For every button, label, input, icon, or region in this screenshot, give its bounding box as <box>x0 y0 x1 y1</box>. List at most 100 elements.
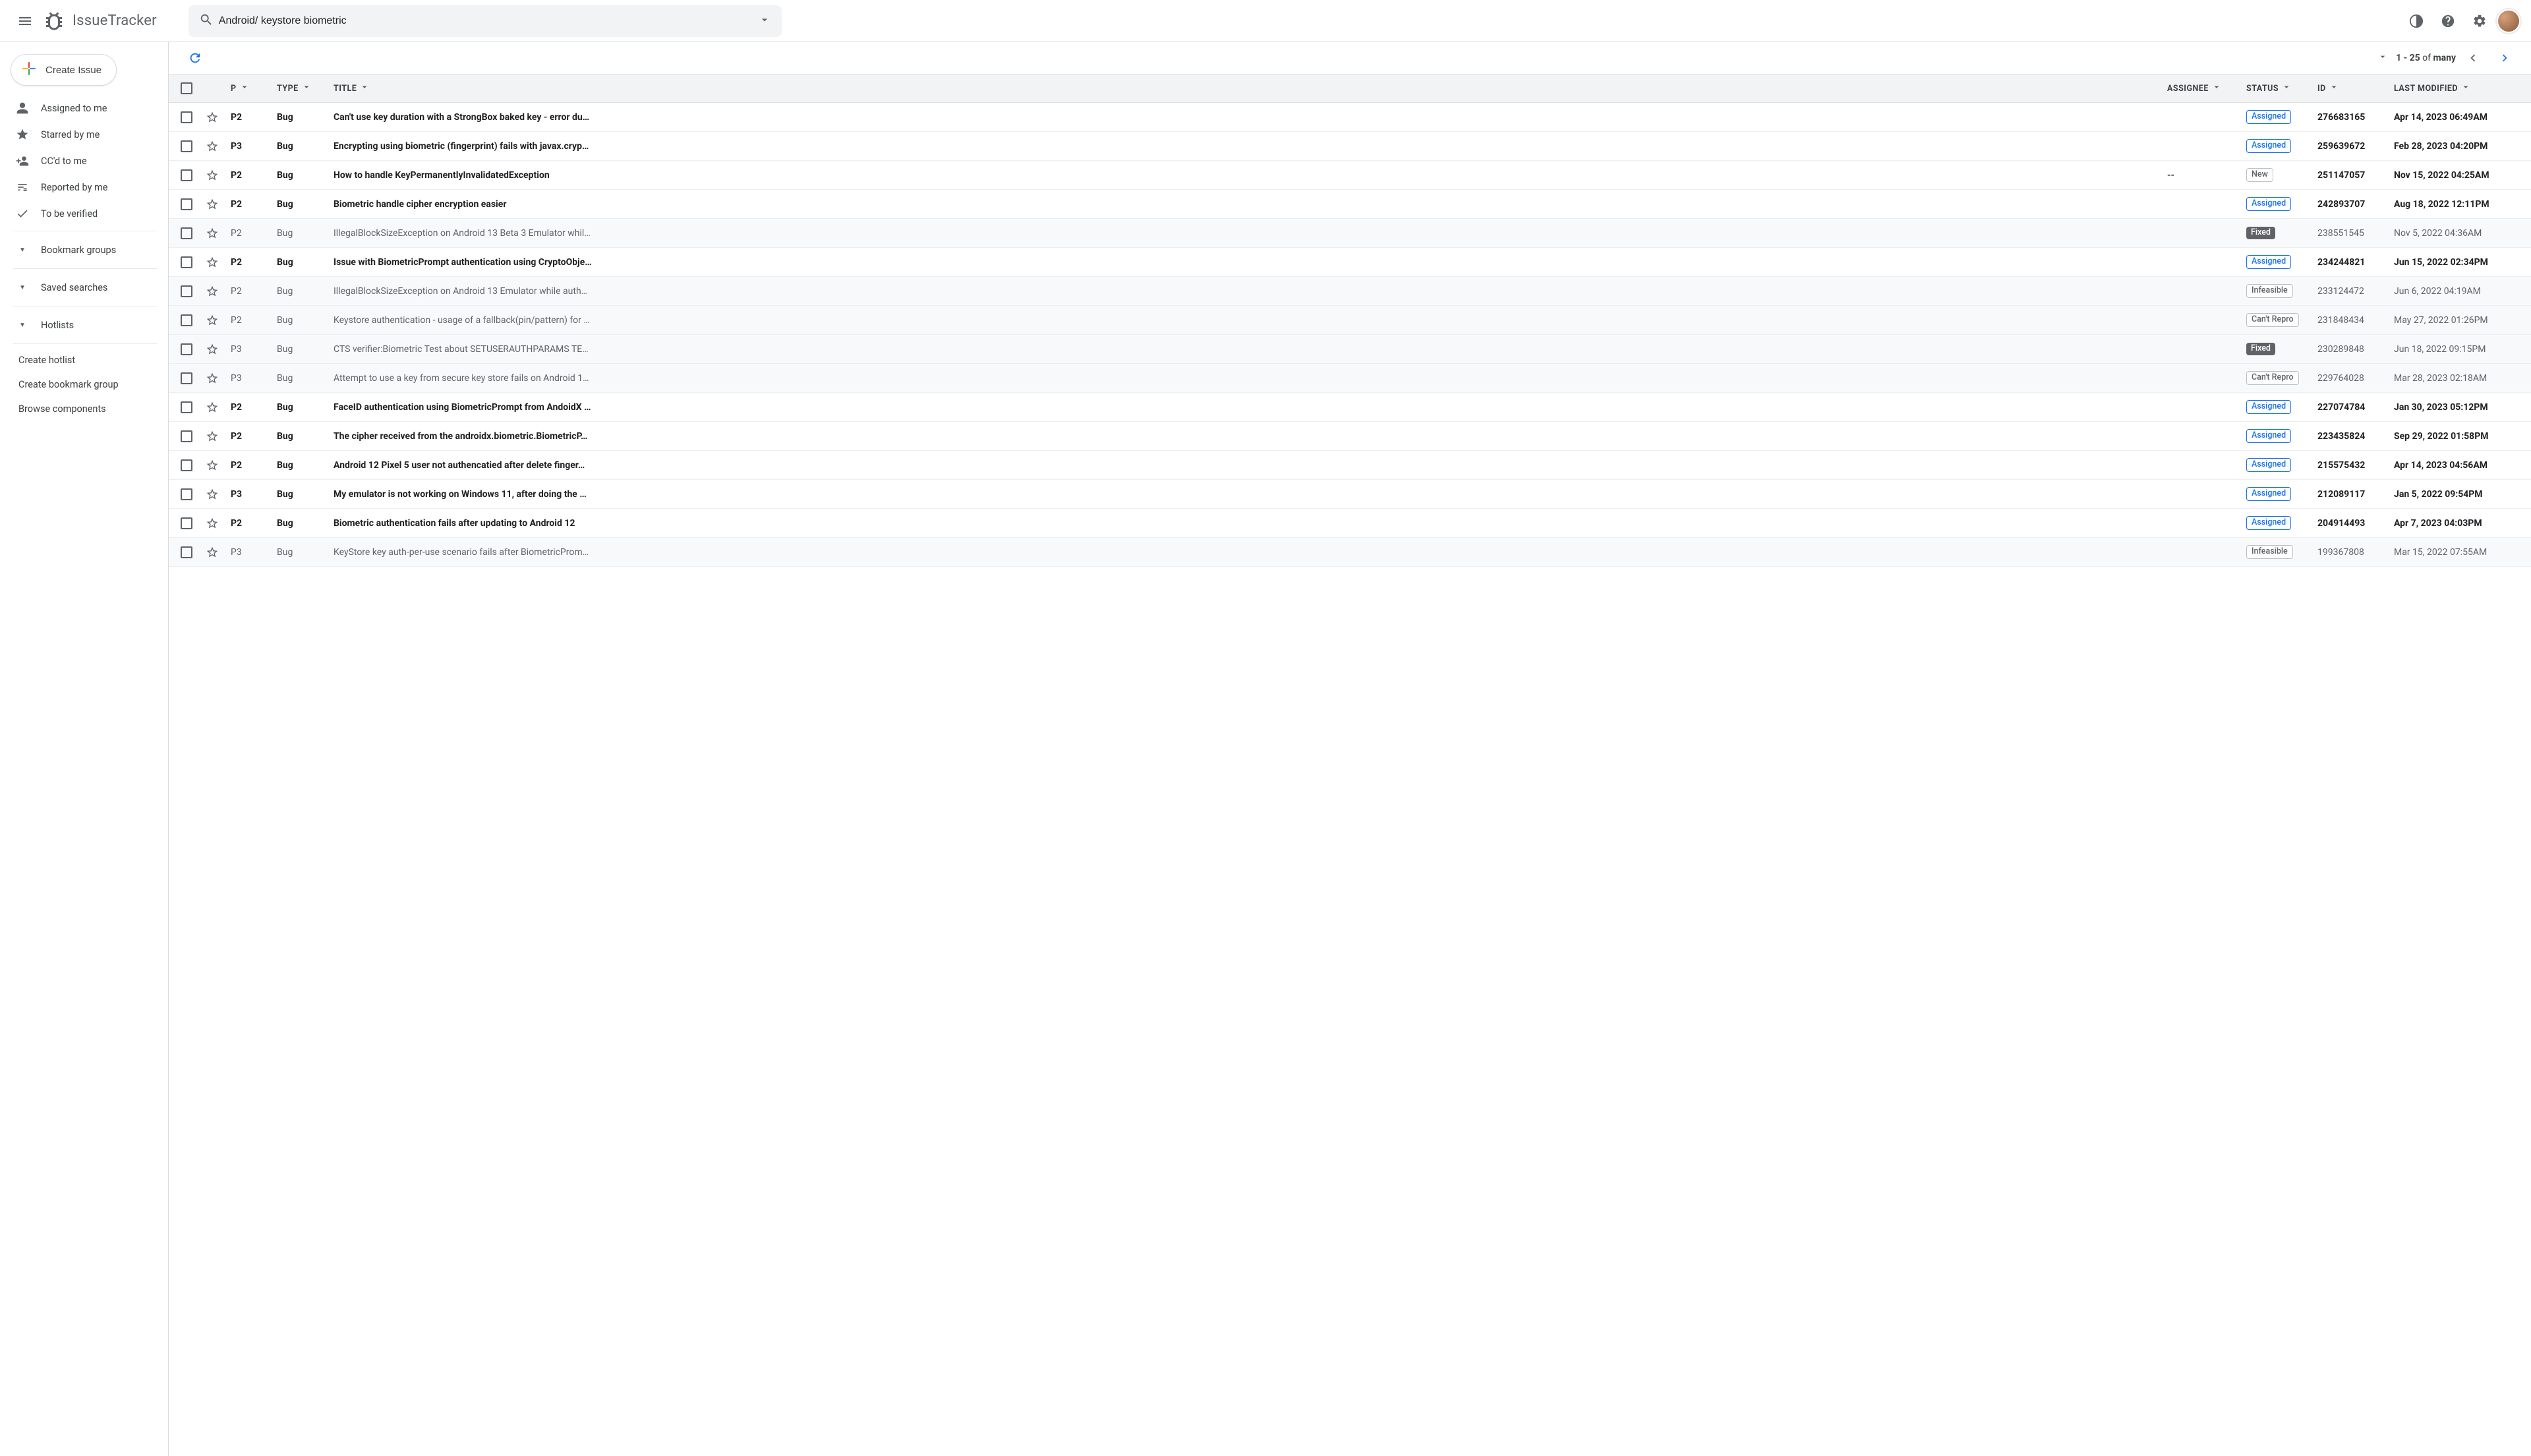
sidebar-item-assigned-to-me[interactable]: Assigned to me <box>8 95 163 121</box>
star-icon[interactable] <box>206 140 219 153</box>
theme-toggle-icon[interactable] <box>2402 7 2431 36</box>
issue-row[interactable]: P2BugIssue with BiometricPrompt authenti… <box>169 248 2531 277</box>
sidebar-link-create-bookmark-group[interactable]: Create bookmark group <box>8 372 163 397</box>
issue-row[interactable]: P2BugThe cipher received from the androi… <box>169 422 2531 451</box>
column-status[interactable]: STATUS <box>2246 82 2317 95</box>
column-title[interactable]: TITLE <box>334 82 2167 95</box>
column-last-modified[interactable]: LAST MODIFIED <box>2394 82 2519 95</box>
row-checkbox[interactable] <box>181 430 192 442</box>
cell-id: 234244821 <box>2317 257 2394 268</box>
issue-row[interactable]: P2BugBiometric authentication fails afte… <box>169 509 2531 538</box>
issue-row[interactable]: P3BugCTS verifier:Biometric Test about S… <box>169 335 2531 364</box>
row-checkbox[interactable] <box>181 372 192 384</box>
display-options-dropdown-icon[interactable] <box>2377 51 2388 65</box>
star-icon[interactable] <box>206 546 219 559</box>
star-icon[interactable] <box>206 459 219 472</box>
cell-id: 204914493 <box>2317 518 2394 529</box>
star-icon[interactable] <box>206 401 219 414</box>
star-icon[interactable] <box>206 314 219 327</box>
row-checkbox[interactable] <box>181 314 192 326</box>
issue-row[interactable]: P2BugFaceID authentication using Biometr… <box>169 393 2531 422</box>
star-icon[interactable] <box>206 111 219 124</box>
row-checkbox[interactable] <box>181 285 192 297</box>
row-checkbox[interactable] <box>181 488 192 500</box>
sidebar-item-label: Reported by me <box>41 182 107 193</box>
column-assignee[interactable]: ASSIGNEE <box>2167 82 2246 95</box>
row-checkbox[interactable] <box>181 343 192 355</box>
cell-status: Fixed <box>2246 343 2317 355</box>
row-checkbox[interactable] <box>181 227 192 239</box>
row-checkbox[interactable] <box>181 459 192 471</box>
cell-priority: P3 <box>231 547 277 558</box>
star-icon[interactable] <box>206 285 219 298</box>
star-icon[interactable] <box>206 256 219 269</box>
sidebar-item-reported-by-me[interactable]: Reported by me <box>8 174 163 200</box>
cell-id: 215575432 <box>2317 460 2394 471</box>
pager-prev-icon[interactable] <box>2458 44 2487 73</box>
sidebar-group-bookmark-groups[interactable]: ▼Bookmark groups <box>8 235 163 264</box>
issue-row[interactable]: P3BugMy emulator is not working on Windo… <box>169 480 2531 509</box>
user-avatar[interactable] <box>2497 9 2520 33</box>
settings-icon[interactable] <box>2465 7 2494 36</box>
row-checkbox[interactable] <box>181 169 192 181</box>
cell-title: The cipher received from the androidx.bi… <box>334 431 2167 442</box>
star-icon[interactable] <box>206 343 219 356</box>
create-issue-button[interactable]: Create Issue <box>11 54 117 86</box>
cell-id: 199367808 <box>2317 547 2394 558</box>
issue-row[interactable]: P2BugCan't use key duration with a Stron… <box>169 103 2531 132</box>
row-checkbox[interactable] <box>181 198 192 210</box>
star-icon[interactable] <box>206 198 219 211</box>
row-checkbox[interactable] <box>181 546 192 558</box>
help-icon[interactable] <box>2433 7 2462 36</box>
star-icon[interactable] <box>206 227 219 240</box>
hamburger-menu-icon[interactable] <box>11 7 40 36</box>
cell-assignee: -- <box>2167 170 2246 181</box>
search-input[interactable] <box>219 15 753 27</box>
row-checkbox[interactable] <box>181 401 192 413</box>
issue-row[interactable]: P2BugKeystore authentication - usage of … <box>169 306 2531 335</box>
status-chip: Assigned <box>2246 255 2291 269</box>
reload-icon[interactable] <box>181 44 210 73</box>
sidebar-group-saved-searches[interactable]: ▼Saved searches <box>8 273 163 302</box>
sidebar-link-create-hotlist[interactable]: Create hotlist <box>8 348 163 372</box>
issue-row[interactable]: P3BugEncrypting using biometric (fingerp… <box>169 132 2531 161</box>
search-box[interactable] <box>189 5 782 37</box>
column-type[interactable]: TYPE <box>277 82 334 95</box>
row-checkbox[interactable] <box>181 256 192 268</box>
issue-row[interactable]: P3BugKeyStore key auth-per-use scenario … <box>169 538 2531 567</box>
star-icon[interactable] <box>206 169 219 182</box>
row-checkbox[interactable] <box>181 517 192 529</box>
star-icon[interactable] <box>206 372 219 385</box>
sidebar-group-label: Bookmark groups <box>41 245 116 256</box>
sidebar-item-cc-d-to-me[interactable]: CC'd to me <box>8 148 163 174</box>
cell-status: Assigned <box>2246 255 2317 269</box>
cell-modified: Sep 29, 2022 01:58PM <box>2394 431 2519 442</box>
sidebar-item-to-be-verified[interactable]: To be verified <box>8 200 163 227</box>
search-options-dropdown-icon[interactable] <box>753 13 776 29</box>
sidebar-link-browse-components[interactable]: Browse components <box>8 397 163 421</box>
star-icon[interactable] <box>206 488 219 501</box>
cell-priority: P2 <box>231 402 277 413</box>
issue-row[interactable]: P2BugAndroid 12 Pixel 5 user not authenc… <box>169 451 2531 480</box>
sidebar-item-starred-by-me[interactable]: Starred by me <box>8 121 163 148</box>
row-checkbox[interactable] <box>181 111 192 123</box>
column-id[interactable]: ID <box>2317 82 2394 95</box>
star-icon[interactable] <box>206 430 219 443</box>
row-checkbox[interactable] <box>181 140 192 152</box>
issue-row[interactable]: P2BugIllegalBlockSizeException on Androi… <box>169 277 2531 306</box>
sidebar-group-hotlists[interactable]: ▼Hotlists <box>8 310 163 339</box>
star-icon[interactable] <box>206 517 219 530</box>
issue-row[interactable]: P2BugHow to handle KeyPermanentlyInvalid… <box>169 161 2531 190</box>
cell-modified: Apr 7, 2023 04:03PM <box>2394 518 2519 529</box>
search-icon[interactable] <box>194 13 219 30</box>
select-all-checkbox[interactable] <box>181 82 192 94</box>
status-chip: Assigned <box>2246 429 2291 443</box>
issue-row[interactable]: P2BugIllegalBlockSizeException on Androi… <box>169 219 2531 248</box>
issue-row[interactable]: P3BugAttempt to use a key from secure ke… <box>169 364 2531 393</box>
pager-next-icon[interactable] <box>2490 44 2519 73</box>
issue-row[interactable]: P2BugBiometric handle cipher encryption … <box>169 190 2531 219</box>
column-priority[interactable]: P <box>231 82 277 95</box>
product-name: IssueTracker <box>73 13 157 29</box>
cell-type: Bug <box>277 199 334 210</box>
product-logo[interactable]: IssueTracker <box>42 9 157 33</box>
